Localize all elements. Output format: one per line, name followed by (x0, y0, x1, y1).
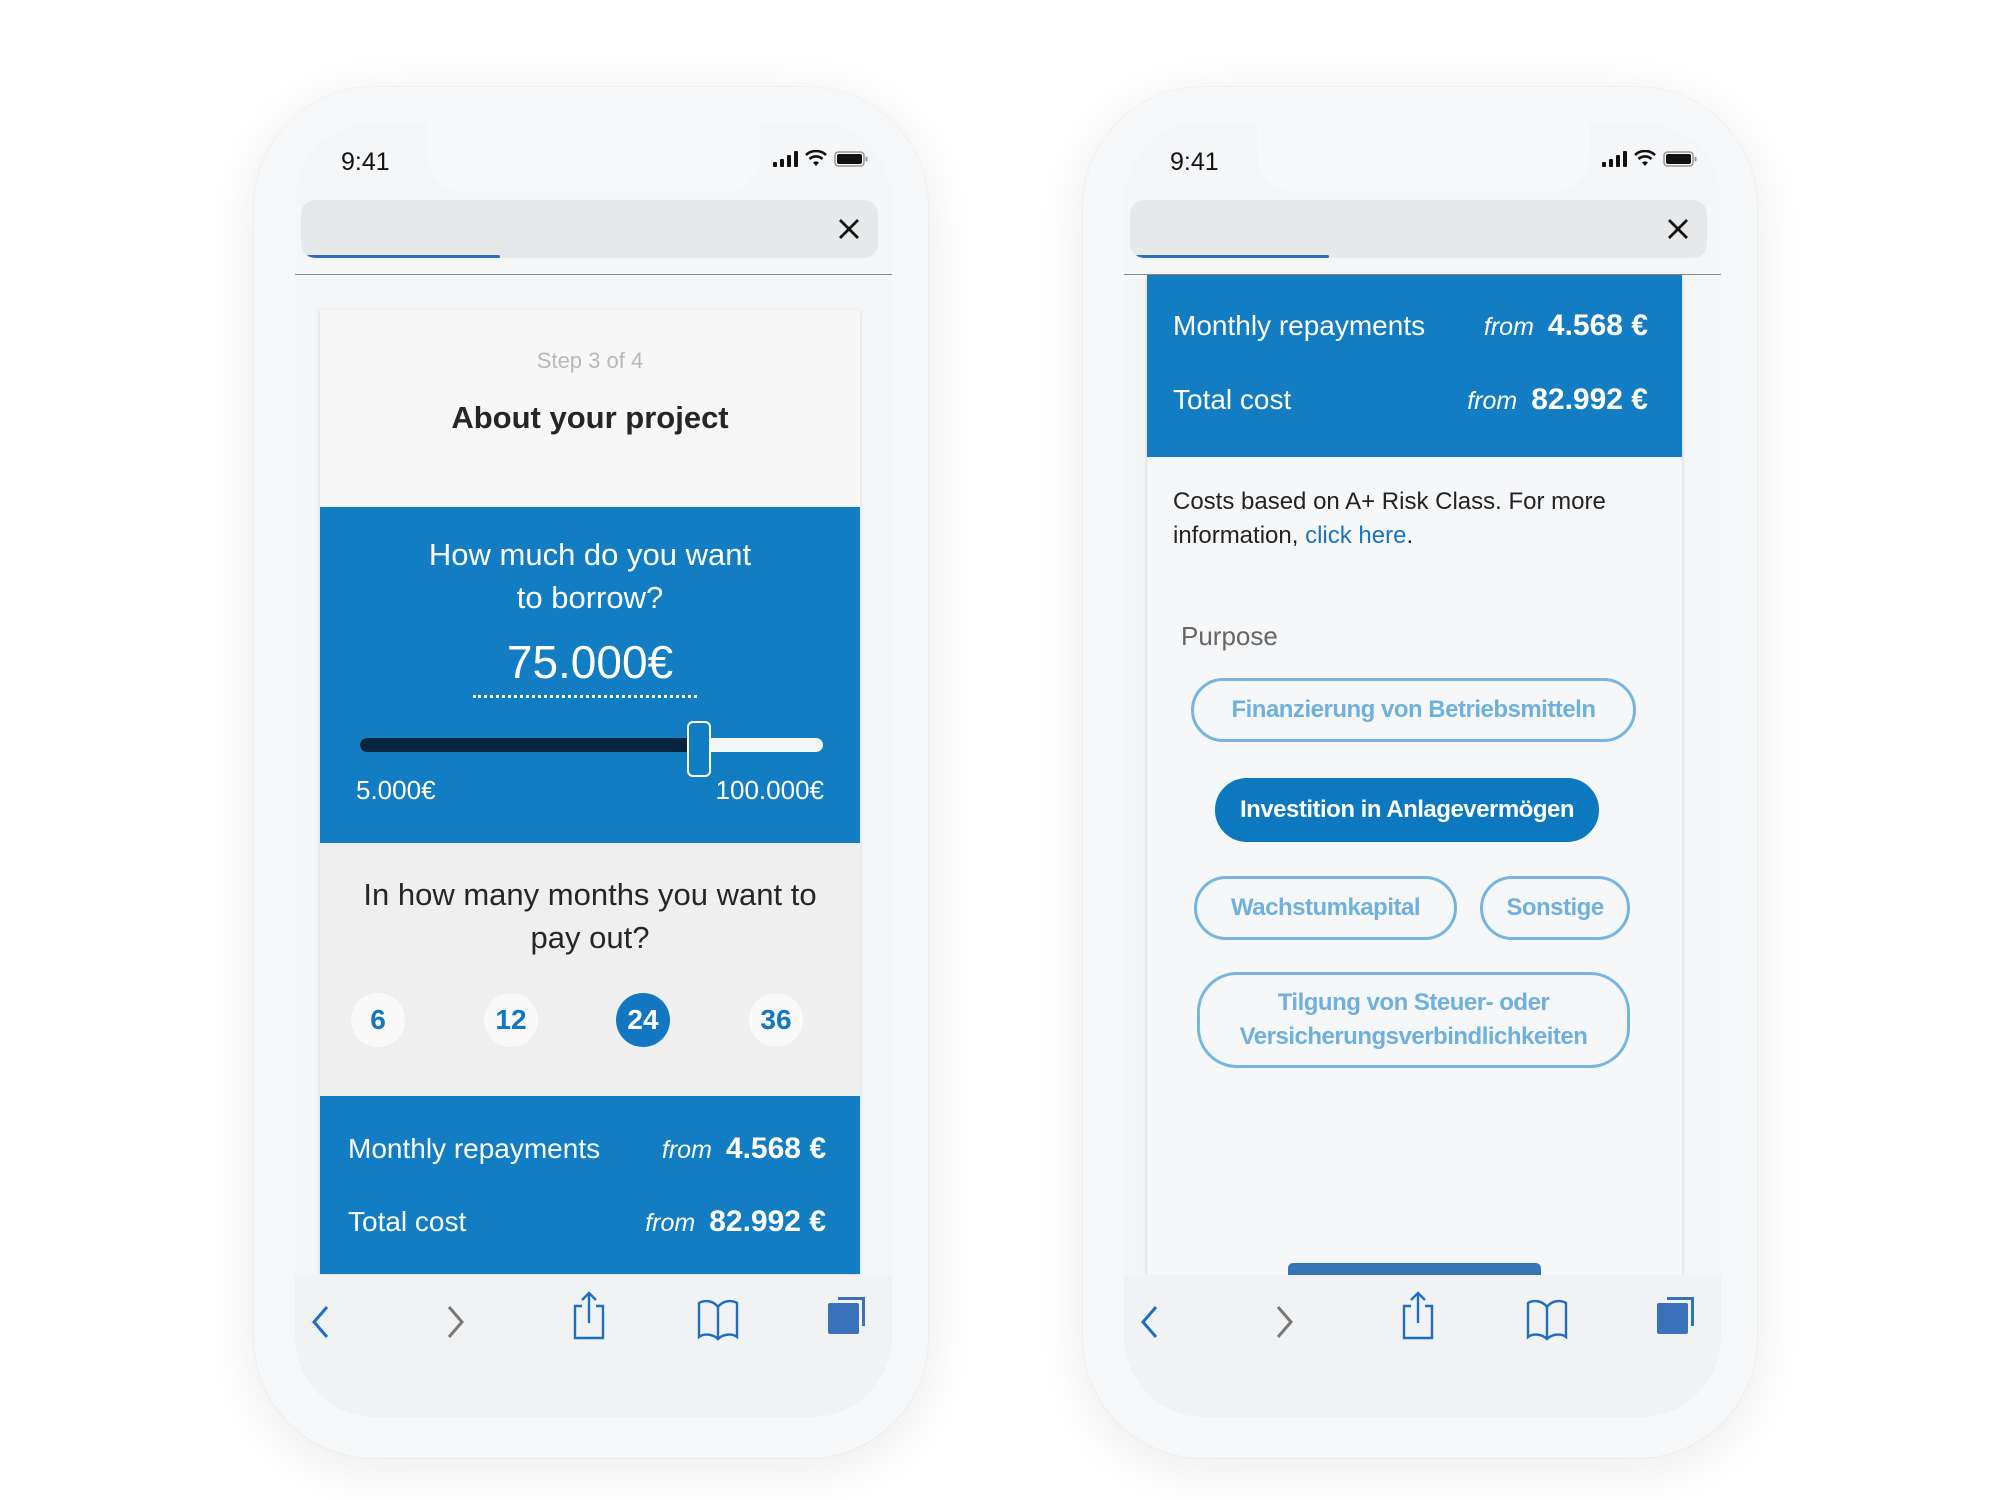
browser-url-bar[interactable] (301, 200, 878, 258)
notch (1257, 122, 1589, 192)
borrow-question: How much do you want to borrow? (320, 533, 860, 619)
monthly-value: 4.568 € (1547, 309, 1648, 342)
amount-slider-track[interactable] (360, 738, 823, 752)
total-label: Total cost (348, 1206, 467, 1237)
battery-icon (1663, 150, 1697, 167)
purpose-option-tilgung[interactable]: Tilgung von Steuer- oder Versicherungsve… (1197, 972, 1630, 1068)
card-header: Step 3 of 4 About your project (320, 310, 860, 507)
term-section: In how many months you want to pay out? … (320, 843, 860, 1096)
step-indicator: Step 3 of 4 (536, 348, 644, 373)
risk-class-note: Costs based on A+ Risk Class. For more i… (1173, 485, 1643, 553)
monthly-from: from (1483, 313, 1534, 341)
slider-min-label: 5.000€ (356, 775, 436, 805)
term-option-36[interactable]: 36 (749, 993, 803, 1047)
slider-max-label: 100.000€ (715, 775, 824, 805)
click-here-link[interactable]: click here (1305, 522, 1406, 549)
back-icon[interactable] (309, 1303, 333, 1341)
phone-screen: 9:41 Step 3 of 4 About your project How … (295, 122, 892, 1417)
form-card: Step 3 of 4 About your project How much … (320, 310, 860, 1274)
wifi-icon (1634, 150, 1656, 166)
total-value: 82.992 € (1531, 383, 1648, 416)
purpose-label: Purpose (1181, 621, 1278, 651)
page-title: About your project (451, 400, 729, 435)
amount-slider-fill (360, 738, 700, 752)
tabs-icon[interactable] (826, 1293, 868, 1337)
amount-slider-handle[interactable] (687, 721, 712, 777)
total-cost-row: Total cost from 82.992 € (1173, 383, 1648, 417)
share-icon[interactable] (1401, 1291, 1435, 1341)
battery-icon (834, 150, 868, 167)
phone-frame-purpose: 9:41 Monthly repayments from 4.568 € Tot… (1083, 87, 1757, 1458)
tabs-icon[interactable] (1655, 1293, 1697, 1337)
close-icon[interactable] (834, 214, 864, 244)
borrow-question-line1: How much do you want (428, 537, 752, 572)
status-icons (1602, 150, 1697, 167)
bookmarks-icon[interactable] (697, 1297, 739, 1341)
borrow-amount-input[interactable]: 75.000€ (320, 635, 860, 689)
browser-toolbar (295, 1275, 892, 1417)
term-question-line2: pay out? (530, 920, 650, 955)
total-from: from (645, 1209, 696, 1237)
signal-icon (773, 150, 798, 167)
phone-frame-step3: 9:41 Step 3 of 4 About your project How … (254, 87, 928, 1458)
page-load-progress (307, 255, 501, 258)
term-option-24[interactable]: 24 (616, 993, 670, 1047)
total-label: Total cost (1173, 384, 1292, 415)
forward-icon[interactable] (1272, 1303, 1296, 1341)
purpose-option-betriebsmittel[interactable]: Finanzierung von Betriebsmitteln (1191, 678, 1636, 742)
browser-url-bar[interactable] (1130, 200, 1707, 258)
signal-icon (1602, 150, 1627, 167)
page-load-progress (1136, 255, 1330, 258)
close-icon[interactable] (1663, 214, 1693, 244)
term-option-12[interactable]: 12 (484, 993, 538, 1047)
monthly-repayments-row: Monthly repayments from 4.568 € (348, 1132, 826, 1166)
monthly-repayments-row: Monthly repayments from 4.568 € (1173, 309, 1648, 343)
notch (428, 122, 760, 192)
term-question-line1: In how many months you want to (363, 877, 817, 912)
borrow-amount-section: How much do you want to borrow? 75.000€ … (320, 507, 860, 843)
share-icon[interactable] (572, 1291, 606, 1341)
term-question: In how many months you want to pay out? (320, 873, 860, 959)
form-card: Monthly repayments from 4.568 € Total co… (1147, 275, 1682, 1338)
note-period: . (1406, 522, 1414, 549)
wifi-icon (805, 150, 827, 166)
forward-icon[interactable] (443, 1303, 467, 1341)
term-option-6[interactable]: 6 (351, 993, 405, 1047)
bookmarks-icon[interactable] (1526, 1297, 1568, 1341)
purpose-option-sonstige[interactable]: Sonstige (1480, 876, 1630, 940)
back-icon[interactable] (1138, 1303, 1162, 1341)
borrow-question-line2: to borrow? (516, 580, 664, 615)
monthly-from: from (661, 1136, 712, 1164)
amount-dotted-underline (473, 695, 697, 698)
header-divider (295, 274, 892, 275)
purpose-option-wachstumkapital[interactable]: Wachstumkapital (1194, 876, 1457, 940)
status-time: 9:41 (1170, 148, 1219, 176)
monthly-label: Monthly repayments (348, 1133, 601, 1164)
cost-summary: Monthly repayments from 4.568 € Total co… (320, 1096, 860, 1274)
purpose-option-anlagevermoegen[interactable]: Investition in Anlagevermögen (1215, 778, 1599, 842)
cost-summary: Monthly repayments from 4.568 € Total co… (1147, 275, 1682, 457)
monthly-label: Monthly repayments (1173, 310, 1426, 341)
phone-screen: 9:41 Monthly repayments from 4.568 € Tot… (1124, 122, 1721, 1417)
total-value: 82.992 € (709, 1205, 826, 1238)
browser-toolbar (1124, 1275, 1721, 1417)
total-cost-row: Total cost from 82.992 € (348, 1205, 826, 1239)
status-icons (773, 150, 868, 167)
status-time: 9:41 (341, 148, 390, 176)
monthly-value: 4.568 € (725, 1132, 826, 1165)
total-from: from (1467, 387, 1518, 415)
